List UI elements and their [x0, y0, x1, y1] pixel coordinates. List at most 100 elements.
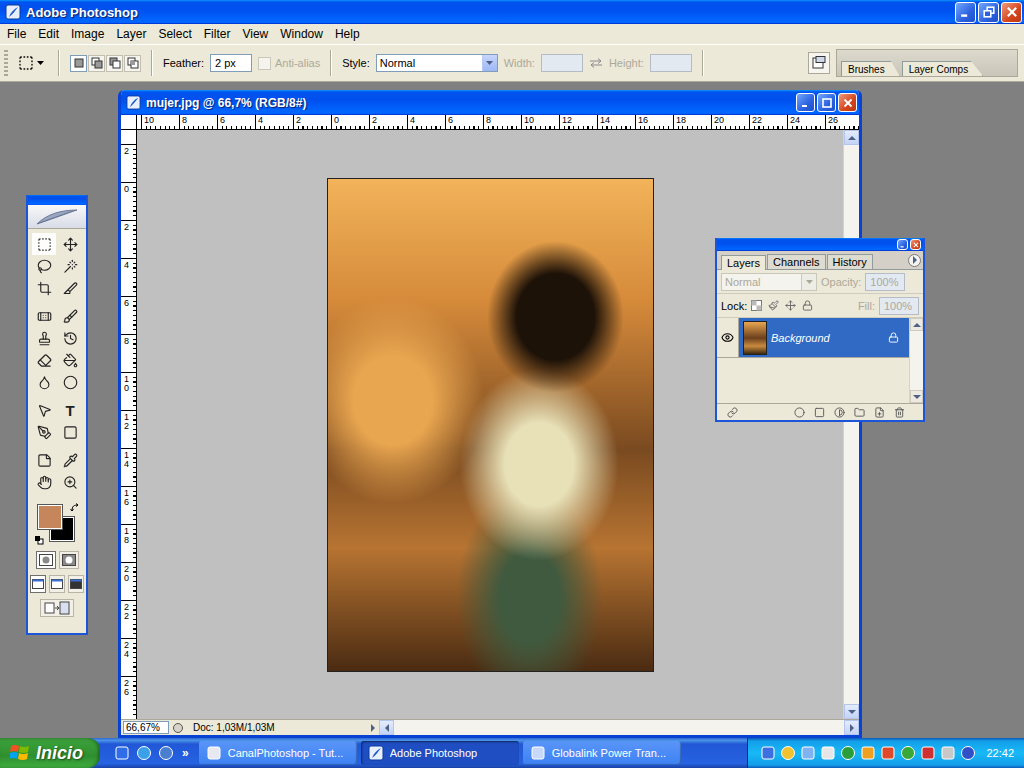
- vertical-scrollbar[interactable]: [843, 130, 859, 719]
- scroll-down-button[interactable]: [910, 390, 923, 403]
- shape-tool[interactable]: [58, 421, 82, 443]
- hand-tool[interactable]: [32, 471, 56, 493]
- photo[interactable]: [327, 178, 654, 672]
- tray-icon[interactable]: [960, 745, 976, 761]
- menu-item[interactable]: Edit: [32, 25, 65, 43]
- ruler-corner[interactable]: [121, 115, 137, 130]
- magic-wand-tool[interactable]: [58, 255, 82, 277]
- tray-icon[interactable]: [920, 745, 936, 761]
- eraser-tool[interactable]: [32, 349, 56, 371]
- task-button[interactable]: Globalink Power Tran...: [523, 741, 681, 765]
- palette-well-toggle[interactable]: [808, 52, 830, 74]
- lock-all-icon[interactable]: [802, 300, 813, 311]
- palette-title-bar[interactable]: [717, 238, 923, 251]
- delete-layer-icon[interactable]: [894, 407, 905, 418]
- palette-tab[interactable]: Channels: [767, 254, 825, 269]
- palette-tab[interactable]: Layers: [721, 255, 766, 270]
- close-button[interactable]: [838, 93, 857, 112]
- clone-stamp-tool[interactable]: [32, 327, 56, 349]
- notes-tool[interactable]: [32, 449, 56, 471]
- tray-icon[interactable]: [860, 745, 876, 761]
- max-button[interactable]: [817, 93, 836, 112]
- opacity-field[interactable]: 100%: [865, 273, 905, 291]
- feather-field[interactable]: 2 px: [210, 54, 252, 72]
- marquee-tool[interactable]: [32, 233, 56, 255]
- tray-icon[interactable]: [840, 745, 856, 761]
- scroll-right-button[interactable]: [844, 720, 859, 735]
- visibility-toggle[interactable]: [717, 318, 739, 357]
- new-layer-icon[interactable]: [874, 407, 885, 418]
- checkbox[interactable]: [258, 57, 271, 70]
- selection-mode-button[interactable]: [106, 55, 123, 72]
- path-selection-tool[interactable]: [32, 399, 56, 421]
- swap-colors-button[interactable]: [70, 503, 80, 513]
- close-button[interactable]: [1001, 2, 1022, 23]
- dodge-tool[interactable]: [58, 371, 82, 393]
- move-tool[interactable]: [58, 233, 82, 255]
- swap-icon[interactable]: [589, 58, 603, 68]
- jump-to-imageready-button[interactable]: [40, 599, 74, 617]
- layers-scrollbar[interactable]: [909, 318, 923, 403]
- clock[interactable]: 22:42: [986, 747, 1014, 759]
- browser-icon[interactable]: [136, 745, 152, 761]
- brush-tool[interactable]: [58, 305, 82, 327]
- pen-tool[interactable]: [32, 421, 56, 443]
- lock-position-icon[interactable]: [785, 300, 796, 311]
- quick-launch-chevron[interactable]: »: [182, 746, 189, 760]
- gripper[interactable]: [4, 50, 8, 76]
- menu-item[interactable]: File: [1, 25, 32, 43]
- default-colors-button[interactable]: [34, 535, 44, 545]
- tool-preset-button[interactable]: [14, 52, 48, 74]
- tray-icon[interactable]: [800, 745, 816, 761]
- width-field[interactable]: [541, 54, 583, 72]
- palette-tab[interactable]: History: [827, 254, 873, 269]
- tray-icon[interactable]: [760, 745, 776, 761]
- lasso-tool[interactable]: [32, 255, 56, 277]
- foreground-color[interactable]: [38, 505, 62, 529]
- menu-item[interactable]: View: [236, 25, 274, 43]
- paint-bucket-tool[interactable]: [58, 349, 82, 371]
- screen-mode-button[interactable]: [30, 575, 46, 593]
- toolbox-title-bar[interactable]: [28, 195, 86, 205]
- selection-mode-button[interactable]: [124, 55, 141, 72]
- scroll-up-button[interactable]: [910, 318, 923, 331]
- task-button[interactable]: Adobe Photoshop: [361, 741, 519, 765]
- quick-mask-button[interactable]: [59, 551, 79, 569]
- tray-icon[interactable]: [820, 745, 836, 761]
- menu-item[interactable]: Help: [329, 25, 366, 43]
- palette-well-tab[interactable]: Brushes: [841, 61, 900, 76]
- blend-mode-select[interactable]: Normal: [721, 273, 817, 291]
- palette-menu-button[interactable]: [908, 254, 921, 267]
- menu-item[interactable]: Image: [65, 25, 110, 43]
- layer-mask-icon[interactable]: [814, 407, 825, 418]
- lock-transparency-icon[interactable]: [751, 300, 762, 311]
- tray-icon[interactable]: [940, 745, 956, 761]
- quick-mask-button[interactable]: [36, 551, 56, 569]
- layer-row[interactable]: Background: [717, 318, 909, 358]
- menu-item[interactable]: Layer: [110, 25, 152, 43]
- link-icon[interactable]: [727, 407, 738, 418]
- menu-item[interactable]: Select: [152, 25, 197, 43]
- scroll-left-button[interactable]: [379, 720, 394, 735]
- min-button[interactable]: [897, 239, 908, 250]
- selection-mode-button[interactable]: [88, 55, 105, 72]
- zoom-tool[interactable]: [58, 471, 82, 493]
- task-icon[interactable]: [206, 745, 222, 761]
- desktop-icon[interactable]: [114, 745, 130, 761]
- media-player-icon[interactable]: [158, 745, 174, 761]
- selection-mode-button[interactable]: [70, 55, 87, 72]
- task-button[interactable]: CanalPhotoshop - Tut...: [199, 741, 357, 765]
- start-button[interactable]: Inicio: [0, 738, 100, 768]
- status-icon[interactable]: [172, 722, 184, 734]
- fill-field[interactable]: 100%: [879, 297, 919, 315]
- crop-tool[interactable]: [32, 277, 56, 299]
- blur-tool[interactable]: [32, 371, 56, 393]
- zoom-field[interactable]: 66,67%: [123, 721, 169, 734]
- scroll-down-button[interactable]: [844, 704, 859, 719]
- adjustment-layer-icon[interactable]: [834, 407, 845, 418]
- new-group-icon[interactable]: [854, 407, 865, 418]
- menu-item[interactable]: Window: [274, 25, 329, 43]
- restore-button[interactable]: [978, 2, 999, 23]
- close-button[interactable]: [910, 239, 921, 250]
- screen-mode-button[interactable]: [49, 575, 65, 593]
